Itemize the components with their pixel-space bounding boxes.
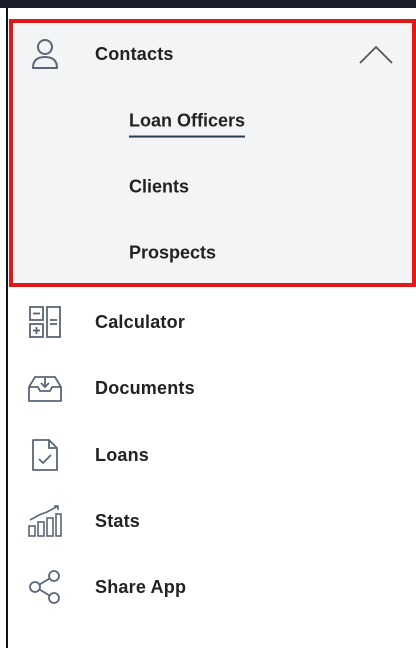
menu-item-contacts[interactable]: Contacts <box>9 24 416 84</box>
submenu-item-prospects[interactable]: Prospects <box>9 228 416 278</box>
share-icon <box>27 569 63 605</box>
menu-item-label: Share App <box>95 576 187 597</box>
submenu-item-label: Prospects <box>129 242 217 263</box>
document-tray-icon <box>27 370 63 406</box>
menu-item-documents[interactable]: Documents <box>9 358 416 418</box>
menu-item-loans[interactable]: Loans <box>9 425 416 485</box>
menu-item-label: Loans <box>95 444 150 465</box>
chevron-up-icon[interactable] <box>358 43 394 65</box>
drawer-edge <box>6 8 8 648</box>
calculator-icon <box>27 304 63 340</box>
top-bar <box>0 0 416 8</box>
menu-item-label: Contacts <box>95 43 174 64</box>
submenu-item-clients[interactable]: Clients <box>9 162 416 212</box>
document-check-icon <box>27 437 63 473</box>
menu-item-share-app[interactable]: Share App <box>9 557 416 617</box>
person-icon <box>27 36 63 72</box>
menu-item-label: Documents <box>95 377 195 398</box>
menu-item-calculator[interactable]: Calculator <box>9 292 416 352</box>
stats-icon <box>27 503 63 539</box>
submenu-item-label: Loan Officers <box>129 111 246 138</box>
menu-item-stats[interactable]: Stats <box>9 491 416 551</box>
menu-item-label: Calculator <box>95 311 186 332</box>
submenu-item-label: Clients <box>129 176 190 197</box>
menu-item-label: Stats <box>95 510 141 531</box>
submenu-item-loan-officers[interactable]: Loan Officers <box>9 95 416 145</box>
navigation-drawer: Contacts Loan Officers Clients Prospects <box>0 0 416 648</box>
